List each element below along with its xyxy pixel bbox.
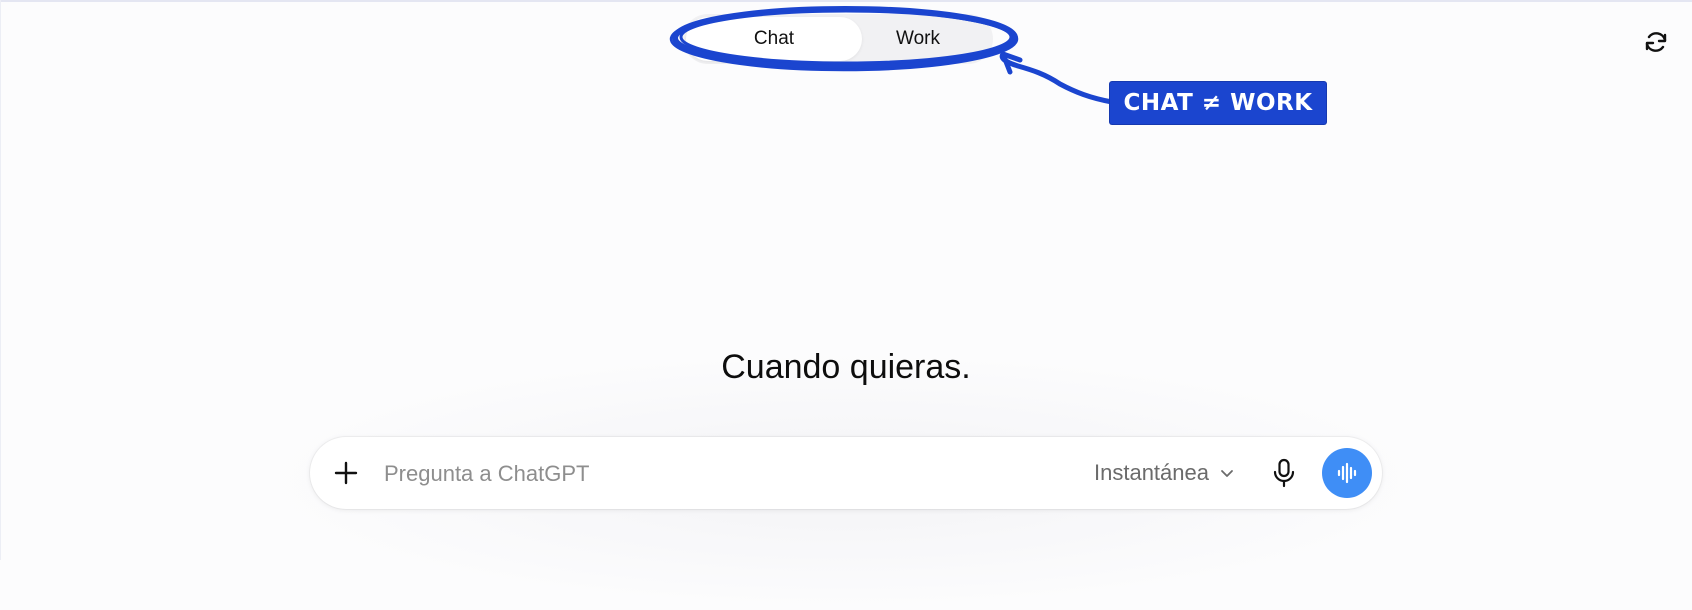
- prompt-input[interactable]: [382, 449, 1026, 499]
- sound-wave-icon: [1337, 462, 1357, 484]
- tab-work[interactable]: Work: [843, 14, 993, 64]
- refresh-button[interactable]: [1640, 26, 1672, 58]
- annotation-callout: CHAT ≠ WORK: [1110, 82, 1326, 124]
- window-top-border: [0, 0, 1692, 2]
- annotation-arrow-head: [1000, 51, 1023, 75]
- window-left-border: [0, 0, 1, 560]
- voice-mode-button[interactable]: [1322, 448, 1372, 498]
- model-selector[interactable]: Instantánea: [1094, 451, 1235, 495]
- mode-toggle: Work Chat: [683, 14, 993, 64]
- chevron-down-icon: [1221, 470, 1233, 477]
- refresh-cycle-icon: [1645, 32, 1667, 52]
- dictate-button[interactable]: [1262, 451, 1306, 495]
- plus-icon: [334, 461, 358, 485]
- page-headline: Cuando quieras.: [721, 348, 971, 386]
- attach-button[interactable]: [324, 451, 368, 495]
- annotation-arrow: [999, 51, 1115, 105]
- model-selector-label: Instantánea: [1094, 460, 1209, 485]
- microphone-icon: [1273, 458, 1295, 488]
- tab-chat[interactable]: Chat: [686, 17, 862, 61]
- prompt-composer: Instantánea: [310, 437, 1382, 509]
